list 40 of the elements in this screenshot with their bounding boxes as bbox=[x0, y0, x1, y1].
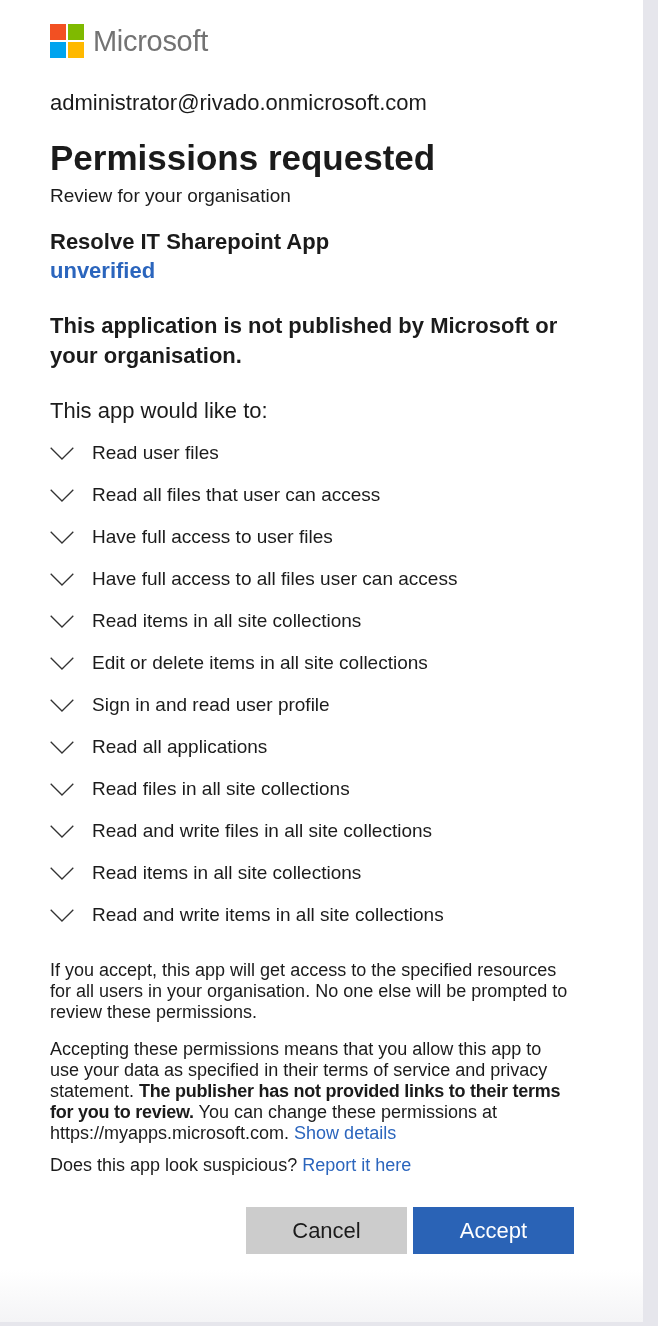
chevron-icon bbox=[50, 488, 74, 502]
permission-item[interactable]: Have full access to all files user can access bbox=[50, 558, 458, 600]
consent-paragraph: Accepting these permissions means that you allow this app to use your data as specified in their terms of service and privacy statement. The publisher has not provided links to their terms for you to review. You can change these permissions at https://myapps.microsoft.com. Show details bbox=[50, 1039, 562, 1144]
permission-item[interactable]: Read user files bbox=[50, 432, 219, 474]
report-link[interactable]: Report it here bbox=[302, 1155, 412, 1175]
app-name: Resolve IT Sharepoint App bbox=[50, 228, 330, 256]
chevron-icon bbox=[50, 782, 74, 796]
permission-item[interactable]: Sign in and read user profile bbox=[50, 684, 330, 726]
chevron-icon bbox=[50, 866, 74, 880]
chevron-icon bbox=[50, 446, 74, 460]
permission-item[interactable]: Have full access to user files bbox=[50, 516, 333, 558]
chevron-icon bbox=[50, 656, 74, 670]
permission-item[interactable]: Read files in all site collections bbox=[50, 768, 350, 810]
suspicious-prompt: Does this app look suspicious? Report it here bbox=[50, 1155, 412, 1176]
chevron-icon bbox=[50, 614, 74, 628]
permission-item[interactable]: Edit or delete items in all site collections bbox=[50, 642, 428, 684]
chevron-icon bbox=[50, 908, 74, 922]
permission-item[interactable]: Read all files that user can access bbox=[50, 474, 381, 516]
page-subtitle: Review for your organisation bbox=[50, 185, 291, 206]
four-squares-logo-icon bbox=[50, 24, 84, 58]
chevron-icon bbox=[50, 530, 74, 544]
publisher-status-label[interactable]: unverified bbox=[50, 256, 156, 285]
chevron-icon bbox=[50, 572, 74, 586]
consent-paragraph: If you accept, this app will get access to the specified resources for all users in your organisation. No one else will be prompted to review these permissions. bbox=[50, 960, 569, 1023]
account-email: administrator@rivado.onmicrosoft.com bbox=[50, 91, 427, 114]
permissions-heading: This app would like to: bbox=[50, 398, 268, 424]
page-title: Permissions requested bbox=[50, 137, 436, 179]
permission-item[interactable]: Read items in all site collections bbox=[50, 600, 362, 642]
permission-item[interactable]: Read all applications bbox=[50, 726, 268, 768]
permission-item[interactable]: Read items in all site collections bbox=[50, 852, 362, 894]
show-details-link[interactable]: Show details bbox=[294, 1123, 397, 1143]
chevron-icon bbox=[50, 824, 74, 838]
chevron-icon bbox=[50, 698, 74, 712]
permission-item[interactable]: Read and write items in all site collections bbox=[50, 894, 444, 936]
permission-item[interactable]: Read and write files in all site collections bbox=[50, 810, 433, 852]
cancel-button[interactable]: Cancel bbox=[246, 1207, 407, 1254]
accept-button[interactable]: Accept bbox=[413, 1207, 574, 1254]
brand-name: Microsoft bbox=[93, 24, 208, 58]
warning-text: This application is not published by Microsoft or your organisation. bbox=[50, 312, 559, 370]
chevron-icon bbox=[50, 740, 74, 754]
